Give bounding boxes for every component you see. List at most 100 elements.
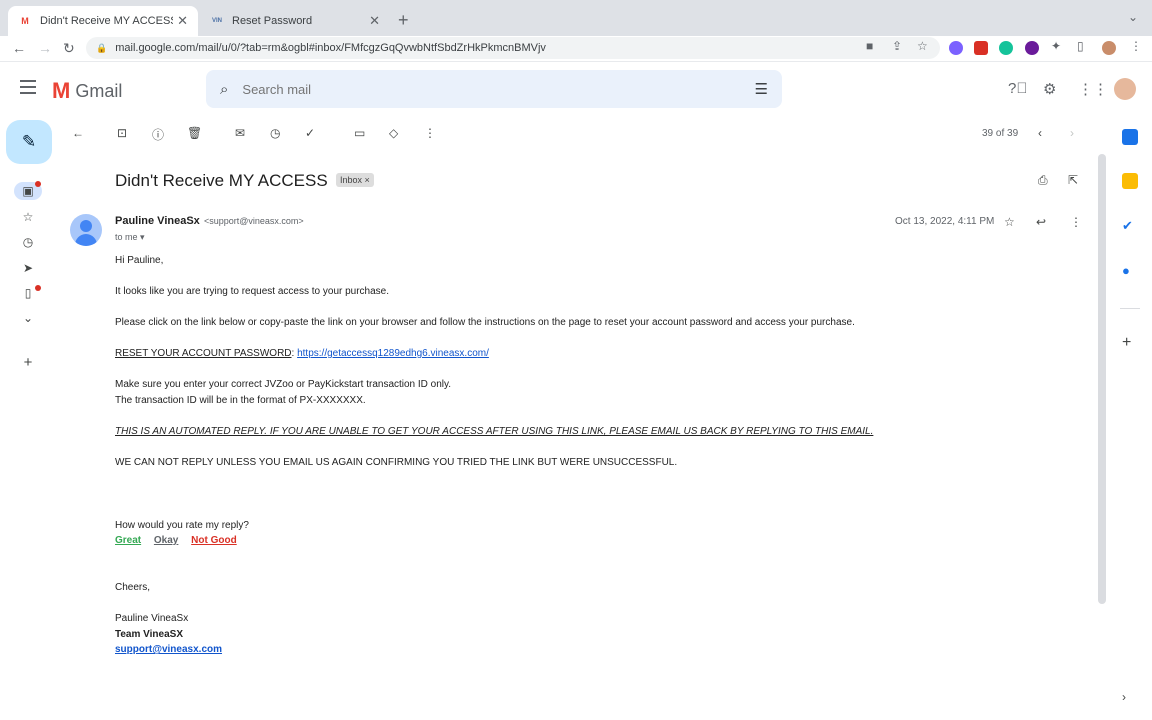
close-tab-icon[interactable]: ✕ xyxy=(177,13,188,29)
extensions-puzzle-icon[interactable]: ✦ xyxy=(1051,39,1061,53)
bookmark-star-icon[interactable]: ☆ xyxy=(917,39,928,53)
move-to-icon[interactable]: ▭ xyxy=(354,126,365,140)
vineasx-favicon-icon: VIN xyxy=(211,18,222,24)
main-menu-icon[interactable] xyxy=(20,80,36,94)
recipient-details[interactable]: to me ▾ xyxy=(115,232,145,243)
tasks-icon[interactable]: ✔ xyxy=(1122,218,1138,234)
lock-icon: 🔒 xyxy=(96,42,108,53)
settings-gear-icon[interactable]: ⚙ xyxy=(1043,80,1056,98)
search-bar: ⌕ ☰ xyxy=(206,70,782,108)
close-tab-icon[interactable]: ✕ xyxy=(369,13,380,29)
grammarly-extension-icon[interactable] xyxy=(999,41,1013,55)
gmail-logo[interactable]: M Gmail xyxy=(52,78,122,104)
tab-gmail[interactable]: M Didn't Receive MY ACCESS - p ✕ xyxy=(8,6,198,36)
label-text: Inbox xyxy=(340,175,363,185)
side-panel-divider xyxy=(1120,308,1140,309)
archive-icon[interactable]: ⊡ xyxy=(117,126,127,140)
show-side-panel-chevron-icon[interactable]: › xyxy=(1122,690,1138,706)
sender-name[interactable]: Pauline VineaSx xyxy=(115,215,200,227)
reset-password-link[interactable]: https://getaccessq1289edhg6.vineasx.com/ xyxy=(297,348,489,359)
add-to-tasks-icon[interactable]: ✓ xyxy=(305,126,315,140)
compose-button[interactable]: ✎ xyxy=(6,120,52,164)
more-chevron-icon[interactable]: ⌄ xyxy=(20,311,36,325)
tab-reset-password[interactable]: VIN Reset Password ✕ xyxy=(200,6,390,36)
print-icon[interactable]: ⎙ xyxy=(1038,173,1048,188)
get-addons-icon[interactable]: + xyxy=(1122,334,1138,351)
starred-icon[interactable]: ☆ xyxy=(20,210,36,224)
browser-toolbar: ← → ↻ 🔒 mail.google.com/mail/u/0/?tab=rm… xyxy=(0,36,1152,62)
newer-chevron-icon[interactable]: ‹ xyxy=(1038,126,1042,140)
message-counter: 39 of 39 xyxy=(982,128,1019,139)
signature-name: Pauline VineaSx xyxy=(115,613,189,624)
extension-icon[interactable] xyxy=(1025,41,1039,55)
body-paragraph: WE CAN NOT REPLY UNLESS YOU EMAIL US AGA… xyxy=(115,457,678,468)
extension-icon[interactable] xyxy=(949,41,963,55)
back-to-inbox-icon[interactable]: ← xyxy=(72,126,84,140)
reset-line: RESET YOUR ACCOUNT PASSWORD: https://get… xyxy=(115,348,489,359)
scrollbar[interactable] xyxy=(1098,154,1106,604)
older-chevron-icon[interactable]: › xyxy=(1070,126,1074,140)
drafts-notification-dot xyxy=(35,285,41,291)
inbox-icon[interactable]: ▣ xyxy=(20,184,36,198)
sender-avatar[interactable] xyxy=(70,214,102,246)
remove-label-icon[interactable]: × xyxy=(365,175,370,185)
gmail-header: M Gmail ⌕ ☰ ?⃝ ⚙ ⋮⋮ xyxy=(0,62,1152,116)
body-paragraph: Make sure you enter your correct JVZoo o… xyxy=(115,379,452,390)
mark-unread-icon[interactable]: ✉ xyxy=(235,126,245,140)
reply-icon[interactable]: ↩ xyxy=(1036,215,1046,229)
rating-question: How would you rate my reply? xyxy=(115,520,249,531)
keep-icon[interactable] xyxy=(1122,173,1138,189)
reload-icon[interactable]: ↻ xyxy=(63,40,75,57)
camera-icon[interactable]: ■ xyxy=(866,39,873,53)
labels-icon[interactable]: ◇ xyxy=(389,126,398,140)
address-bar[interactable]: 🔒 mail.google.com/mail/u/0/?tab=rm&ogbl#… xyxy=(86,37,940,59)
delete-icon[interactable]: 🗑 xyxy=(187,126,202,140)
body-paragraph: Please click on the link below or copy-p… xyxy=(115,317,855,328)
search-input[interactable] xyxy=(242,81,703,97)
search-options-icon[interactable]: ☰ xyxy=(755,80,768,98)
browser-tab-bar: M Didn't Receive MY ACCESS - p ✕ VIN Res… xyxy=(0,0,1152,36)
new-tab-icon[interactable]: + xyxy=(398,10,409,31)
back-arrow-icon[interactable]: ← xyxy=(12,40,26,56)
calendar-icon[interactable] xyxy=(1122,129,1138,145)
tab-title: Didn't Receive MY ACCESS - p xyxy=(40,15,173,27)
extension-icon[interactable] xyxy=(974,41,988,55)
browser-menu-icon[interactable]: ⋮ xyxy=(1130,39,1142,53)
apps-grid-icon[interactable]: ⋮⋮ xyxy=(1078,80,1108,98)
star-icon[interactable]: ☆ xyxy=(1004,215,1015,229)
drafts-icon[interactable]: ▯ xyxy=(20,286,36,300)
rate-not-good-link[interactable]: Not Good xyxy=(191,535,237,546)
signature-team: Team VineaSX xyxy=(115,629,183,640)
snooze-icon[interactable]: ◷ xyxy=(270,126,280,140)
profile-avatar[interactable] xyxy=(1102,41,1116,55)
rate-okay-link[interactable]: Okay xyxy=(154,535,178,546)
email-subject: Didn't Receive MY ACCESS xyxy=(115,171,328,190)
sign-off: Cheers, xyxy=(115,582,151,593)
sent-icon[interactable]: ➤ xyxy=(20,261,36,275)
tab-search-chevron-icon[interactable]: ⌄ xyxy=(1128,10,1138,24)
email-date: Oct 13, 2022, 4:11 PM xyxy=(895,216,995,227)
sender-email: <support@vineasx.com> xyxy=(204,216,304,226)
help-icon[interactable]: ?⃝ xyxy=(1008,80,1028,97)
snoozed-icon[interactable]: ◷ xyxy=(20,235,36,249)
message-more-icon[interactable]: ⋮ xyxy=(1070,215,1082,229)
gmail-wordmark: Gmail xyxy=(75,80,123,101)
search-icon[interactable]: ⌕ xyxy=(220,81,228,98)
contacts-icon[interactable]: ● xyxy=(1122,263,1138,279)
share-icon[interactable]: ⇪ xyxy=(892,39,902,53)
recipient-text: to me xyxy=(115,232,138,242)
create-label-icon[interactable]: + xyxy=(20,354,36,371)
account-avatar[interactable] xyxy=(1114,78,1136,100)
side-panel-icon[interactable]: ▯ xyxy=(1077,39,1084,53)
gmail-m-icon: M xyxy=(52,78,70,103)
tab-title: Reset Password xyxy=(232,15,313,27)
forward-arrow-icon[interactable]: → xyxy=(38,40,52,56)
open-new-window-icon[interactable]: ⇱ xyxy=(1068,173,1078,187)
more-options-icon[interactable]: ⋮ xyxy=(424,126,436,140)
rate-great-link[interactable]: Great xyxy=(115,535,141,546)
report-spam-icon[interactable]: ⓘ xyxy=(152,126,164,143)
body-paragraph: The transaction ID will be in the format… xyxy=(115,395,366,406)
message-view: ← ⊡ ⓘ 🗑 ✉ ◷ ✓ ▭ ◇ ⋮ 39 of 39 ‹ › Didn't … xyxy=(58,116,1108,708)
signature-email-link[interactable]: support@vineasx.com xyxy=(115,644,222,655)
inbox-label-chip[interactable]: Inbox × xyxy=(336,173,374,187)
